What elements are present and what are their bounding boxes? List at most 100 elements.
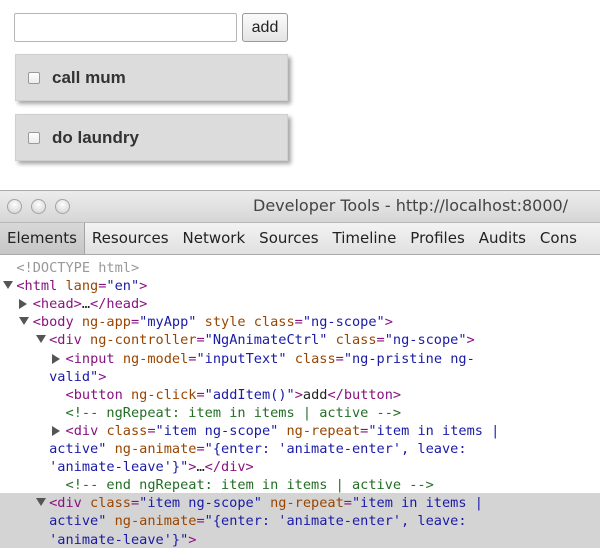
window-title: Developer Tools - http://localhost:8000/ xyxy=(253,196,569,215)
code-token: <div xyxy=(49,495,91,512)
dom-node-line[interactable]: 'animate-leave'}"> xyxy=(0,531,600,548)
todo-checkbox[interactable] xyxy=(28,131,40,144)
tab-console[interactable]: Cons xyxy=(533,223,584,254)
dom-node-code: <head>…</head> xyxy=(33,295,148,313)
code-token: active" xyxy=(49,441,107,457)
code-token: "ng-pristine ng- xyxy=(343,350,475,367)
code-token: class xyxy=(335,332,377,349)
expand-triangle-down-icon[interactable] xyxy=(3,281,13,290)
dom-node-line[interactable]: <!-- end ngRepeat: item in items | activ… xyxy=(0,476,600,494)
dom-node-code: <body ng-app="myApp" style class="ng-sco… xyxy=(33,313,393,331)
devtools-window: Developer Tools - http://localhost:8000/… xyxy=(0,190,600,548)
tab-profiles[interactable]: Profiles xyxy=(403,223,471,254)
dom-node-line[interactable]: <!DOCTYPE html> xyxy=(0,259,600,277)
code-token: "addItem()" xyxy=(204,386,295,403)
code-token: "ng-scope" xyxy=(302,314,385,331)
todo-checkbox[interactable] xyxy=(28,71,40,84)
add-button[interactable]: add xyxy=(242,13,288,42)
code-token: <head> xyxy=(32,296,82,313)
dom-node-line[interactable]: active" ng-animate="{enter: 'animate-ent… xyxy=(0,512,600,530)
code-token: > xyxy=(466,332,475,349)
expand-triangle-down-icon[interactable] xyxy=(35,498,46,507)
dom-node-line[interactable]: valid"> xyxy=(0,368,600,386)
add-row: add xyxy=(14,13,288,42)
dom-node-line[interactable]: <input ng-model="inputText" class="ng-pr… xyxy=(0,350,600,368)
tab-elements[interactable]: Elements xyxy=(0,223,85,254)
code-token: 'animate-leave'}" xyxy=(49,459,189,476)
code-token: class xyxy=(294,350,336,367)
code-token: "item in items | xyxy=(368,422,500,439)
collapse-triangle-right-icon[interactable] xyxy=(52,425,61,436)
code-token: <body xyxy=(32,314,82,331)
todo-app: add call mum do laundry xyxy=(0,0,600,190)
expand-triangle-down-icon[interactable] xyxy=(35,335,46,344)
code-token: = xyxy=(335,350,344,367)
dom-node-line[interactable]: <!-- ngRepeat: item in items | active --… xyxy=(0,404,600,422)
close-window-icon[interactable] xyxy=(7,199,22,214)
elements-dom-tree: <!DOCTYPE html> <html lang="en"> <head>…</… xyxy=(0,255,600,548)
collapse-triangle-right-icon[interactable] xyxy=(19,299,28,310)
code-token: <!-- ngRepeat: item in items | active --… xyxy=(65,404,402,421)
code-token: ng-animate xyxy=(114,513,197,530)
code-token: = xyxy=(294,314,303,331)
code-token: <!DOCTYPE html> xyxy=(16,260,140,276)
dom-node-line[interactable]: <body ng-app="myApp" style class="ng-sco… xyxy=(0,313,600,331)
tab-resources[interactable]: Resources xyxy=(85,223,176,254)
code-token: <button xyxy=(65,386,131,403)
code-token: = xyxy=(196,513,205,530)
code-token: active" xyxy=(49,513,107,530)
tab-network[interactable]: Network xyxy=(176,223,253,254)
dom-node-code: <!DOCTYPE html> xyxy=(16,259,139,277)
dom-node-code: valid"> xyxy=(49,368,106,386)
code-token: "item ng-scope" xyxy=(155,422,279,439)
dom-node-line[interactable]: <html lang="en"> xyxy=(0,277,600,295)
todo-input[interactable] xyxy=(14,13,237,42)
dom-node-code: <!-- end ngRepeat: item in items | activ… xyxy=(66,476,434,494)
expand-triangle-down-icon[interactable] xyxy=(19,317,30,326)
dom-node-line[interactable]: <head>…</head> xyxy=(0,295,600,313)
dom-node-code: <div ng-controller="NgAnimateCtrl" class… xyxy=(49,331,475,349)
dom-node-code: <input ng-model="inputText" class="ng-pr… xyxy=(66,350,475,368)
code-token: ng-app xyxy=(81,314,131,331)
code-token: > xyxy=(384,314,393,331)
todo-item: do laundry xyxy=(15,114,288,161)
dom-node-code: <div class="item ng-scope" ng-repeat="it… xyxy=(66,422,500,440)
devtools-titlebar: Developer Tools - http://localhost:8000/ xyxy=(0,191,600,223)
tab-audits[interactable]: Audits xyxy=(472,223,533,254)
dom-node-code: 'animate-leave'}">…</div> xyxy=(49,458,254,476)
code-token: "inputText" xyxy=(196,350,287,367)
code-token: </button> xyxy=(327,386,402,403)
code-token: = xyxy=(130,314,140,331)
devtools-tabbar: Elements Resources Network Sources Timel… xyxy=(0,223,600,255)
dom-node-line[interactable]: 'animate-leave'}">…</div> xyxy=(0,458,600,476)
code-token: "ng-scope" xyxy=(384,332,467,349)
dom-node-line[interactable]: <div ng-controller="NgAnimateCtrl" class… xyxy=(0,331,600,349)
dom-node-code: <!-- ngRepeat: item in items | active --… xyxy=(66,404,402,422)
code-token: "{enter: 'animate-enter', leave: xyxy=(204,513,467,530)
code-token: = xyxy=(196,332,205,349)
dom-node-line[interactable]: active" ng-animate="{enter: 'animate-ent… xyxy=(0,440,600,458)
code-token: = xyxy=(196,441,205,457)
collapse-triangle-right-icon[interactable] xyxy=(52,353,61,364)
tab-timeline[interactable]: Timeline xyxy=(326,223,404,254)
tab-sources[interactable]: Sources xyxy=(252,223,325,254)
code-token: </head> xyxy=(90,296,148,313)
code-token: > xyxy=(188,531,197,548)
code-token: "item ng-scope" xyxy=(139,495,262,512)
code-token: = xyxy=(196,386,205,403)
todo-item: call mum xyxy=(15,54,288,101)
zoom-window-icon[interactable] xyxy=(55,199,70,214)
code-token: class xyxy=(106,422,148,439)
minimize-window-icon[interactable] xyxy=(31,199,46,214)
code-token: "item in items | xyxy=(351,495,483,512)
code-token: = xyxy=(376,332,385,349)
dom-node-line[interactable]: <button ng-click="addItem()">add</button… xyxy=(0,386,600,404)
dom-node-line[interactable]: <div class="item ng-scope" ng-repeat="it… xyxy=(0,422,600,440)
code-token: … xyxy=(196,459,205,476)
dom-node-line[interactable]: <div class="item ng-scope" ng-repeat="it… xyxy=(0,494,600,512)
code-token: "en" xyxy=(106,278,140,295)
